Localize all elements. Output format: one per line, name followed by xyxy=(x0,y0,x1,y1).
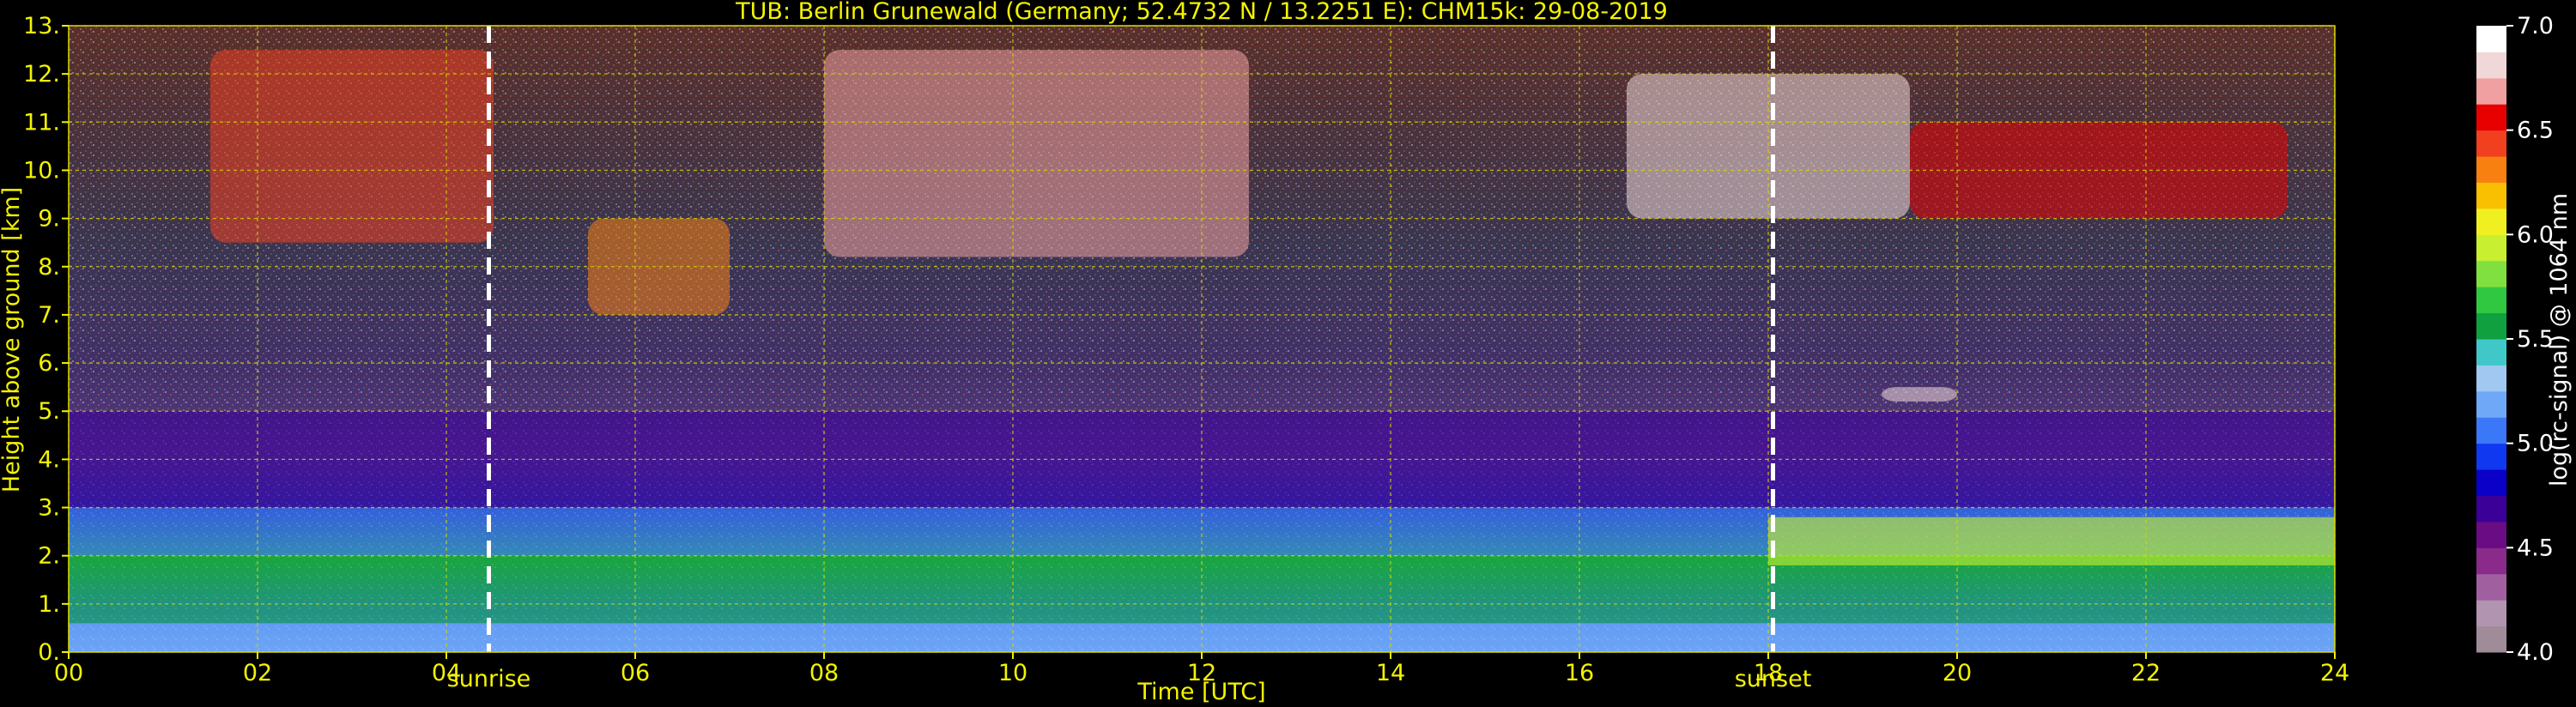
colorbar-segment xyxy=(2476,312,2506,340)
lidar-chart: sunrise sunset 00 02 04 06 08 10 12 14 16 18 20 22 24… xyxy=(0,0,2573,705)
colorbar-segment xyxy=(2476,365,2506,392)
colorbar-segment xyxy=(2476,547,2506,575)
y-tick-label: 8. xyxy=(38,254,60,281)
y-tick-label: 13. xyxy=(23,13,60,39)
y-tick-label: 10. xyxy=(23,157,60,184)
colorbar-segment xyxy=(2476,104,2506,131)
colorbar-segment xyxy=(2476,287,2506,314)
colorbar-tick-label: 4.5 xyxy=(2517,535,2554,561)
colorbar-segment xyxy=(2476,339,2506,366)
x-tick-label: 24 xyxy=(2320,660,2349,686)
colorbar-segment xyxy=(2476,390,2506,418)
colorbar-label: log(rc-signal) @ 1064 nm xyxy=(2546,193,2573,486)
x-tick-label: 18 xyxy=(1754,660,1783,686)
colorbar-segment xyxy=(2476,51,2506,79)
colorbar-segment xyxy=(2476,443,2506,470)
x-tick-label: 14 xyxy=(1376,660,1405,686)
y-tick-label: 7. xyxy=(38,302,60,329)
x-tick-label: 20 xyxy=(1943,660,1972,686)
colorbar-segment xyxy=(2476,417,2506,444)
colorbar-tick-label: 6.5 xyxy=(2517,118,2554,144)
colorbar-tick-label: 4.0 xyxy=(2517,639,2554,666)
colorbar-segment xyxy=(2476,521,2506,548)
y-tick-label: 9. xyxy=(38,206,60,233)
cirrus-clouds-region xyxy=(210,50,494,243)
y-tick-label: 2. xyxy=(38,543,60,570)
colorbar-segment xyxy=(2476,234,2506,262)
colorbar-segment xyxy=(2476,469,2506,496)
colorbar-segment xyxy=(2476,495,2506,523)
y-tick-label: 12. xyxy=(23,61,60,88)
x-tick-label: 08 xyxy=(809,660,839,686)
y-tick-label: 11. xyxy=(23,109,60,136)
y-tick-label: 4. xyxy=(38,446,60,473)
colorbar-segment xyxy=(2476,26,2506,52)
y-tick-label: 6. xyxy=(38,350,60,377)
x-tick-label: 10 xyxy=(998,660,1027,686)
small-cloud-region xyxy=(1882,387,1957,402)
colorbar-segment xyxy=(2476,156,2506,183)
x-tick-label: 16 xyxy=(1565,660,1594,686)
y-tick-label: 0. xyxy=(38,639,60,666)
colorbar-segment xyxy=(2476,77,2506,105)
colorbar-segment xyxy=(2476,573,2506,601)
y-tick-label: 3. xyxy=(38,495,60,522)
x-tick-label: 06 xyxy=(621,660,650,686)
colorbar: 4.04.55.05.56.06.57.0 xyxy=(2476,13,2554,666)
colorbar-segment xyxy=(2476,130,2506,157)
colorbar-segment xyxy=(2476,208,2506,235)
y-axis-label: Height above ground [km] xyxy=(0,187,25,492)
y-tick-label: 5. xyxy=(38,398,60,425)
x-tick-label: 04 xyxy=(432,660,461,686)
x-tick-label: 02 xyxy=(243,660,272,686)
chart-title: TUB: Berlin Grunewald (Germany; 52.4732 … xyxy=(735,0,1668,25)
colorbar-segment xyxy=(2476,600,2506,627)
colorbar-segment xyxy=(2476,625,2506,653)
x-tick-label: 22 xyxy=(2131,660,2161,686)
colorbar-tick-label: 7.0 xyxy=(2517,13,2554,39)
colorbar-segment xyxy=(2476,260,2506,287)
y-tick-label: 1. xyxy=(38,591,60,618)
x-axis-label: Time [UTC] xyxy=(1136,679,1265,705)
elevated-layer-region xyxy=(1768,517,2335,565)
cirrus-clouds-region xyxy=(824,50,1249,257)
colorbar-segment xyxy=(2476,182,2506,209)
